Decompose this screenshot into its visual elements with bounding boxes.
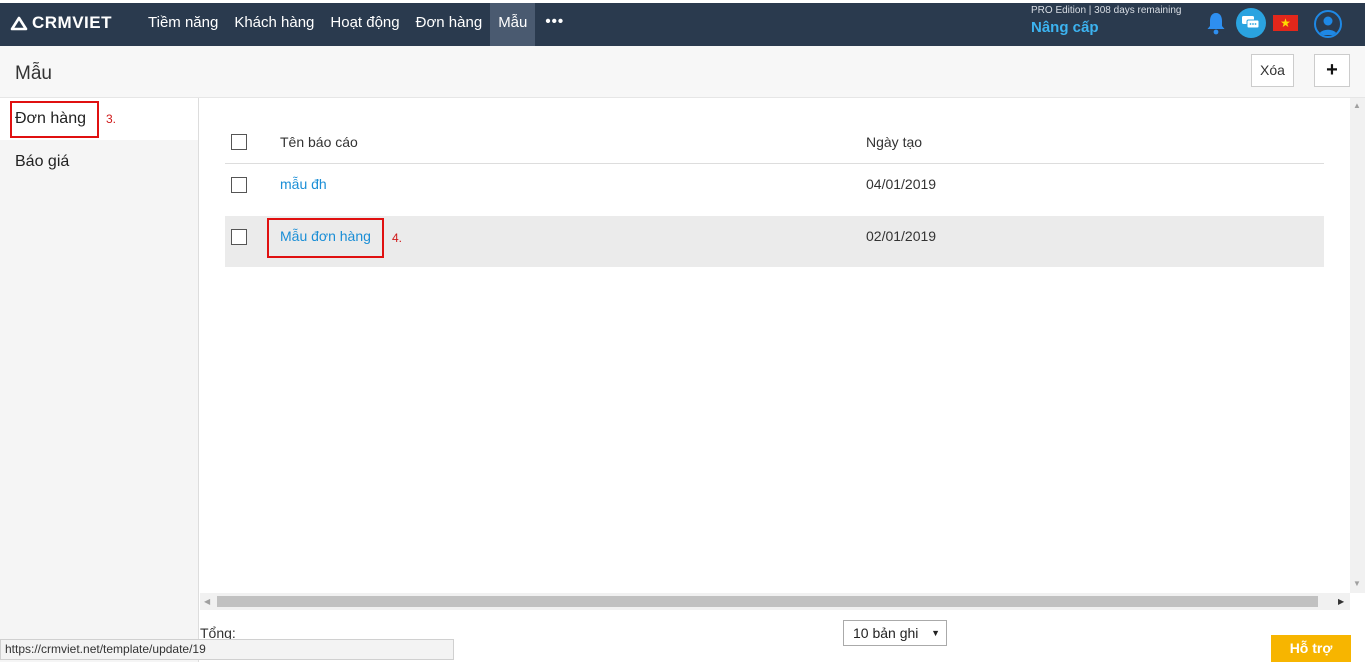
nav-item-hoat-dong[interactable]: Hoạt động <box>322 3 407 46</box>
nav-more-icon[interactable]: ••• <box>535 3 574 46</box>
column-header-date: Ngày tạo <box>866 134 923 150</box>
page-header: Mẫu Xóa + <box>0 46 1365 98</box>
chat-icon[interactable] <box>1236 8 1266 38</box>
column-header-name: Tên báo cáo <box>280 134 358 150</box>
scroll-left-arrow-icon[interactable]: ◀ <box>204 597 210 606</box>
horizontal-scroll-thumb[interactable] <box>217 596 1318 607</box>
nav-item-mau[interactable]: Mẫu <box>490 3 536 46</box>
scroll-right-arrow-icon[interactable]: ▶ <box>1338 597 1344 606</box>
dropdown-caret-icon: ▼ <box>931 628 940 638</box>
created-date: 02/01/2019 <box>866 228 937 244</box>
select-all-checkbox[interactable] <box>231 134 247 150</box>
row-checkbox[interactable] <box>231 177 247 193</box>
page-size-select[interactable]: 10 bản ghi ▼ <box>843 620 947 646</box>
highlight-box-template-link <box>267 218 384 258</box>
main-content: Tên báo cáo Ngày tạo mẫu đh 04/01/2019 M… <box>200 98 1350 593</box>
annotation-step-3: 3. <box>106 112 117 126</box>
vietnam-flag-icon[interactable]: ★ <box>1273 15 1298 31</box>
bell-icon[interactable] <box>1206 11 1226 40</box>
upgrade-link[interactable]: Nâng cấp <box>1031 19 1099 36</box>
add-button[interactable]: + <box>1314 54 1350 87</box>
created-date: 04/01/2019 <box>866 176 937 192</box>
logo-house-icon <box>10 16 28 31</box>
template-name-link[interactable]: mẫu đh <box>280 176 327 192</box>
top-navbar: CRMVIET Tiềm năng Khách hàng Hoạt động Đ… <box>0 3 1365 46</box>
vertical-scrollbar[interactable]: ▲ ▼ <box>1350 98 1365 593</box>
horizontal-scrollbar[interactable]: ◀ ▶ <box>200 593 1350 610</box>
nav-item-tiem-nang[interactable]: Tiềm năng <box>140 3 226 46</box>
highlight-box-sidebar <box>10 101 99 138</box>
edition-info: PRO Edition | 308 days remaining <box>1031 5 1182 16</box>
delete-button[interactable]: Xóa <box>1251 54 1294 87</box>
main-nav: Tiềm năng Khách hàng Hoạt động Đơn hàng … <box>140 3 574 46</box>
table-header-row: Tên báo cáo Ngày tạo <box>225 120 1324 164</box>
table-row: mẫu đh 04/01/2019 <box>225 165 1324 216</box>
nav-item-don-hang[interactable]: Đơn hàng <box>408 3 491 46</box>
scroll-up-arrow-icon[interactable]: ▲ <box>1353 101 1361 110</box>
sidebar-item-bao-gia[interactable]: Báo giá <box>0 141 198 183</box>
page-title: Mẫu <box>15 63 52 84</box>
user-avatar-icon[interactable] <box>1314 10 1342 38</box>
annotation-step-4: 4. <box>392 231 403 245</box>
browser-status-url: https://crmviet.net/template/update/19 <box>0 639 454 660</box>
table-row: Mẫu đơn hàng 02/01/2019 <box>225 216 1324 267</box>
crmviet-logo[interactable]: CRMVIET <box>10 12 112 34</box>
logo-text: CRMVIET <box>32 13 112 32</box>
sidebar: Đơn hàng Báo giá <box>0 98 199 662</box>
support-button[interactable]: Hỗ trợ <box>1271 635 1351 662</box>
row-checkbox[interactable] <box>231 229 247 245</box>
scroll-down-arrow-icon[interactable]: ▼ <box>1353 579 1361 588</box>
page-size-value: 10 bản ghi <box>853 625 919 641</box>
nav-item-khach-hang[interactable]: Khách hàng <box>226 3 322 46</box>
